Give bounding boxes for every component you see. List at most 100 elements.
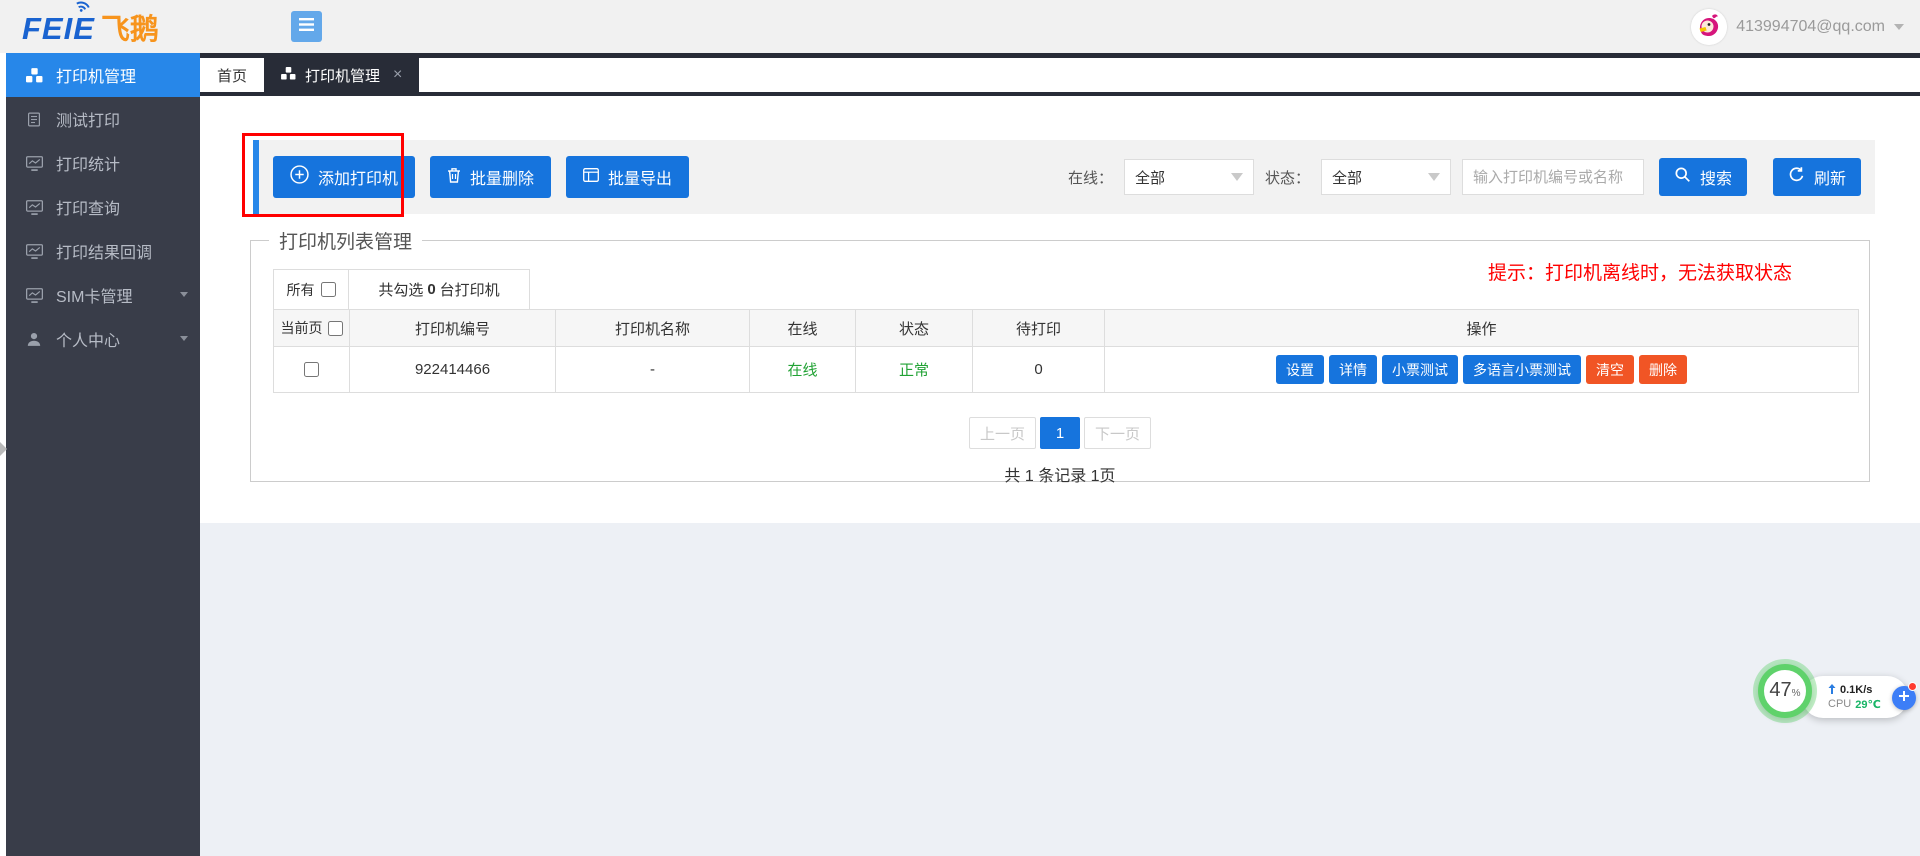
batch-export-button[interactable]: 批量导出 xyxy=(566,156,689,198)
online-filter-label: 在线： xyxy=(1068,167,1113,188)
sidebar-item-label: 打印统计 xyxy=(56,151,120,175)
tab-label: 打印机管理 xyxy=(305,65,380,86)
trash-icon xyxy=(447,167,461,188)
add-printer-button[interactable]: 添加打印机 xyxy=(273,156,415,198)
page-background xyxy=(200,523,1920,856)
select-all-cell: 所有 xyxy=(273,269,349,309)
refresh-icon xyxy=(1788,166,1805,188)
sidebar-item-label: 打印查询 xyxy=(56,195,120,219)
chart-monitor-icon xyxy=(25,244,43,259)
up-arrow-icon xyxy=(1828,684,1836,697)
clear-button[interactable]: 清空 xyxy=(1586,355,1634,384)
sidebar-item-label: 个人中心 xyxy=(56,327,120,351)
tab-printer-manage[interactable]: 打印机管理 × xyxy=(264,58,419,92)
batch-export-label: 批量导出 xyxy=(608,165,672,189)
content-panel: 添加打印机 批量删除 批量导出 在线： 全部 状态： xyxy=(200,96,1920,523)
user-email: 413994704@qq.com xyxy=(1736,18,1885,36)
select-all-label: 所有 xyxy=(287,280,315,300)
select-all-checkbox[interactable] xyxy=(321,282,336,297)
sidebar-item-print-query[interactable]: 打印查询 xyxy=(0,185,200,229)
batch-delete-button[interactable]: 批量删除 xyxy=(430,156,551,198)
memory-percent-unit: % xyxy=(1792,688,1801,699)
sidebar-item-label: 打印结果回调 xyxy=(56,239,152,263)
sidebar-item-print-callback[interactable]: 打印结果回调 xyxy=(0,229,200,273)
row-pending-count: 0 xyxy=(973,347,1105,393)
memory-percent-ring[interactable]: 47 % xyxy=(1758,664,1812,718)
sidebar-item-printer-manage[interactable]: 打印机管理 xyxy=(0,53,200,97)
current-page-checkbox[interactable] xyxy=(328,321,343,336)
tab-home[interactable]: 首页 xyxy=(200,58,264,92)
column-header-actions: 操作 xyxy=(1105,310,1859,347)
plus-icon xyxy=(1898,689,1910,707)
user-menu[interactable]: 413994704@qq.com xyxy=(1691,9,1904,45)
online-filter-value: 全部 xyxy=(1135,167,1165,188)
notification-dot xyxy=(1908,682,1917,691)
filter-group: 在线： 全部 状态： 全部 搜索 xyxy=(1068,158,1861,196)
current-page-button[interactable]: 1 xyxy=(1040,417,1080,449)
sidebar-item-personal-center[interactable]: 个人中心 xyxy=(0,317,200,361)
selected-summary-cell: 共勾选 0 台打印机 xyxy=(349,269,530,309)
plus-circle-icon xyxy=(290,165,309,189)
menu-toggle-button[interactable] xyxy=(291,11,322,42)
chevron-down-icon xyxy=(180,292,188,297)
logo-text-cn: 飞鹅 xyxy=(101,6,159,48)
add-printer-label: 添加打印机 xyxy=(318,165,398,189)
cpu-label: CPU xyxy=(1828,698,1851,710)
column-header-pending: 待打印 xyxy=(973,310,1105,347)
chevron-down-icon xyxy=(180,336,188,341)
chart-monitor-icon xyxy=(25,288,43,303)
sidebar-item-sim-manage[interactable]: SIM卡管理 xyxy=(0,273,200,317)
status-filter-label: 状态： xyxy=(1265,167,1310,188)
refresh-button[interactable]: 刷新 xyxy=(1773,158,1861,196)
system-monitor-widget[interactable]: 0.1K/s CPU 29℃ 47 % xyxy=(1758,662,1914,732)
multilang-ticket-test-button[interactable]: 多语言小票测试 xyxy=(1463,355,1581,384)
user-icon xyxy=(25,332,43,347)
close-icon[interactable]: × xyxy=(393,66,402,84)
next-page-button[interactable]: 下一页 xyxy=(1084,417,1151,449)
ticket-test-button[interactable]: 小票测试 xyxy=(1382,355,1458,384)
row-name: - xyxy=(556,347,750,393)
chevron-down-icon xyxy=(1428,173,1440,181)
search-label: 搜索 xyxy=(1700,165,1732,189)
export-table-icon xyxy=(583,168,599,187)
table-header-row: 当前页 打印机编号 打印机名称 在线 状态 待打印 操作 xyxy=(273,309,1859,347)
chart-monitor-icon xyxy=(25,156,43,171)
row-checkbox[interactable] xyxy=(304,362,319,377)
settings-button[interactable]: 设置 xyxy=(1276,355,1324,384)
panel-legend: 打印机列表管理 xyxy=(269,227,422,254)
delete-button[interactable]: 删除 xyxy=(1639,355,1687,384)
selected-suffix: 台打印机 xyxy=(440,279,500,300)
upload-speed-value: 0.1K/s xyxy=(1840,684,1872,696)
search-input[interactable] xyxy=(1462,159,1644,195)
online-filter-select[interactable]: 全部 xyxy=(1124,159,1254,195)
details-button[interactable]: 详情 xyxy=(1329,355,1377,384)
sidebar-item-label: SIM卡管理 xyxy=(56,283,132,307)
hamburger-icon xyxy=(299,18,314,36)
status-filter-value: 全部 xyxy=(1332,167,1362,188)
sidebar-item-test-print[interactable]: 测试打印 xyxy=(0,97,200,141)
cubes-icon xyxy=(25,68,43,83)
prev-page-button[interactable]: 上一页 xyxy=(969,417,1036,449)
search-button[interactable]: 搜索 xyxy=(1659,158,1747,196)
memory-percent-value: 47 xyxy=(1769,679,1791,702)
sidebar-collapse-handle[interactable] xyxy=(0,442,7,456)
sidebar-item-print-stats[interactable]: 打印统计 xyxy=(0,141,200,185)
row-actions-cell: 设置 详情 小票测试 多语言小票测试 清空 删除 xyxy=(1105,347,1859,393)
status-filter-select[interactable]: 全部 xyxy=(1321,159,1451,195)
row-sn: 922414466 xyxy=(350,347,556,393)
chevron-down-icon xyxy=(1894,24,1904,30)
sidebar-item-label: 打印机管理 xyxy=(56,63,136,87)
offline-hint-text: 提示：打印机离线时，无法获取状态 xyxy=(1488,258,1792,285)
refresh-label: 刷新 xyxy=(1814,165,1846,189)
column-header-online: 在线 xyxy=(750,310,856,347)
cpu-temp-value: 29℃ xyxy=(1855,698,1881,711)
row-online-status: 在线 xyxy=(750,347,856,393)
sidebar-item-label: 测试打印 xyxy=(56,107,120,131)
current-page-label: 当前页 xyxy=(281,318,323,338)
column-header-name: 打印机名称 xyxy=(556,310,750,347)
record-summary: 共 1 条记录 1页 xyxy=(251,462,1869,486)
selected-count: 0 xyxy=(427,281,435,298)
table-row: 922414466 - 在线 正常 0 设置 详情 小票测试 多语言小票测试 清… xyxy=(273,347,1859,393)
cubes-icon xyxy=(281,67,296,84)
chart-monitor-icon xyxy=(25,200,43,215)
